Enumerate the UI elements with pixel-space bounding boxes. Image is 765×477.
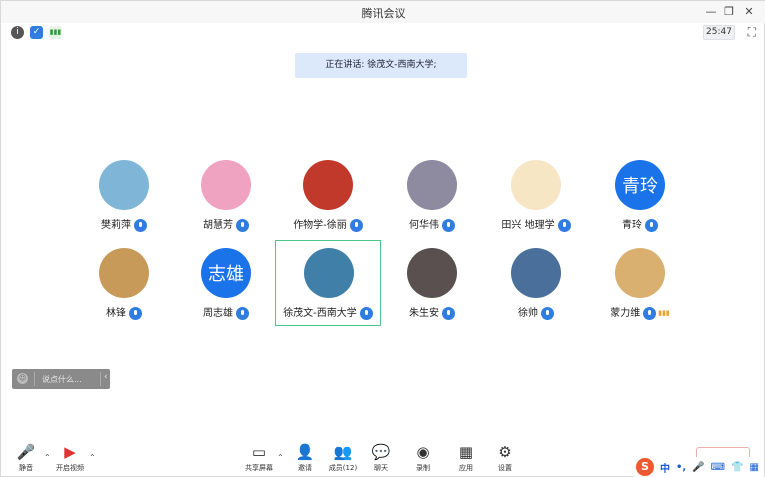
participant-tile[interactable]: 田兴 地理学 — [483, 153, 589, 239]
participant-name-row: 何华伟 — [379, 216, 485, 232]
participant-tile[interactable]: 蒙力维 ▮▮▮ — [587, 241, 693, 327]
mic-on-icon — [643, 306, 657, 320]
participant-name-row: 田兴 地理学 — [483, 216, 589, 232]
avatar: 青玲 — [615, 160, 665, 210]
video-button[interactable]: ▶ 开启视频 — [45, 443, 95, 473]
toolbox-icon[interactable]: ▦ — [750, 462, 759, 473]
participant-name: 林锋 — [106, 308, 126, 319]
participant-tile[interactable]: 青玲 青玲 — [587, 153, 693, 239]
meeting-timer: 25:47 — [703, 25, 735, 40]
avatar — [99, 160, 149, 210]
close-icon[interactable]: ✕ — [741, 4, 757, 20]
mic-on-icon — [129, 306, 142, 320]
mic-on-icon — [236, 218, 249, 232]
participant-name: 何华伟 — [409, 220, 439, 231]
settings-button[interactable]: ⚙ 设置 — [480, 443, 530, 473]
participant-name-row: 朱生安 — [379, 304, 485, 320]
avatar — [407, 160, 457, 210]
fullscreen-icon[interactable]: ⛶ — [748, 25, 756, 40]
speaking-indicator: 正在讲话: 徐茂文-西南大学; — [295, 53, 467, 78]
participant-name-row: 樊莉萍 — [71, 216, 177, 232]
participant-tile[interactable]: 何华伟 — [379, 153, 485, 239]
emoji-icon[interactable]: ☺ — [17, 373, 28, 384]
shield-icon[interactable]: ✓ — [30, 26, 43, 39]
signal-strength-icon: ▮▮▮ — [658, 309, 670, 317]
keyboard-icon[interactable]: ⌨ — [711, 462, 725, 473]
participant-name: 周志雄 — [203, 308, 233, 319]
participant-name: 樊莉萍 — [101, 220, 131, 231]
window-title: 腾讯会议 — [361, 7, 406, 20]
mic-on-icon — [645, 218, 658, 232]
participant-name: 徐帅 — [518, 308, 538, 319]
minimize-icon[interactable]: — — [703, 4, 719, 20]
participant-name-row: 作物学-徐丽 — [275, 216, 381, 232]
restore-icon[interactable]: ❐ — [721, 4, 737, 20]
mic-on-icon — [349, 218, 363, 232]
ime-toolbar: S 中 •, 🎤 ⌨ 👕 ▦ — [634, 457, 764, 477]
participant-name: 青玲 — [622, 220, 642, 231]
info-icon[interactable]: i — [11, 26, 24, 39]
mic-on-icon — [134, 218, 147, 232]
participant-name-row: 周志雄 — [173, 304, 279, 320]
avatar: 志雄 — [201, 248, 251, 298]
mic-on-icon — [442, 218, 455, 232]
avatar — [407, 248, 457, 298]
mic-on-icon — [442, 306, 455, 320]
participant-name: 蒙力维 — [610, 308, 641, 319]
avatar — [615, 248, 665, 298]
punctuation-icon[interactable]: •, — [676, 462, 686, 473]
mic-on-icon — [236, 306, 249, 320]
avatar — [511, 160, 561, 210]
participant-tile[interactable]: 胡慧芳 — [173, 153, 279, 239]
participant-name: 田兴 地理学 — [501, 220, 555, 231]
divider — [100, 372, 101, 386]
participant-tile[interactable]: 朱生安 — [379, 241, 485, 327]
participant-name-row: 林锋 — [71, 304, 177, 320]
video-options-caret-icon[interactable]: ⌃ — [89, 453, 96, 462]
participant-tile[interactable]: 林锋 — [71, 241, 177, 327]
avatar — [304, 248, 354, 298]
avatar — [303, 160, 353, 210]
participant-name-row: 蒙力维 ▮▮▮ — [587, 304, 693, 320]
participant-name-row: 胡慧芳 — [173, 216, 279, 232]
participant-tile[interactable]: 徐帅 — [483, 241, 589, 327]
meeting-toolbar: i ✓ ▮▮▮ 25:47 ⛶ — [1, 23, 765, 43]
avatar — [201, 160, 251, 210]
participant-name: 朱生安 — [409, 308, 439, 319]
participant-name: 胡慧芳 — [203, 220, 233, 231]
avatar — [99, 248, 149, 298]
skin-icon[interactable]: 👕 — [731, 462, 743, 473]
participant-name-row: 徐帅 — [483, 304, 589, 320]
collapse-chat-icon[interactable]: ‹ — [104, 372, 108, 382]
voice-input-icon[interactable]: 🎤 — [692, 462, 704, 473]
camera-off-icon: ▶ — [64, 443, 76, 461]
mic-on-icon — [557, 218, 571, 232]
participant-name: 徐茂文-西南大学 — [283, 308, 357, 319]
chat-placeholder: 说点什么... — [42, 375, 82, 384]
signal-icon[interactable]: ▮▮▮ — [49, 26, 62, 39]
avatar — [511, 248, 561, 298]
participant-tile[interactable]: 徐茂文-西南大学 — [275, 240, 381, 326]
participant-tile[interactable]: 志雄 周志雄 — [173, 241, 279, 327]
title-bar: 腾讯会议 — ❐ ✕ — [1, 1, 765, 23]
participant-tile[interactable]: 作物学-徐丽 — [275, 153, 381, 239]
chat-input[interactable]: ☺ 说点什么... ‹ — [12, 369, 110, 389]
sogou-logo-icon[interactable]: S — [636, 458, 654, 476]
mic-on-icon — [359, 306, 373, 320]
mic-on-icon — [541, 306, 554, 320]
participant-name-row: 青玲 — [587, 216, 693, 232]
ime-language-toggle[interactable]: 中 — [660, 460, 670, 475]
gear-icon: ⚙ — [498, 443, 512, 461]
divider — [34, 372, 35, 386]
participant-tile[interactable]: 樊莉萍 — [71, 153, 177, 239]
participant-name-row: 徐茂文-西南大学 — [276, 304, 380, 320]
participant-name: 作物学-徐丽 — [293, 220, 347, 231]
meeting-window: 腾讯会议 — ❐ ✕ i ✓ ▮▮▮ 25:47 ⛶ 正在讲话: 徐茂文-西南大… — [0, 0, 765, 477]
